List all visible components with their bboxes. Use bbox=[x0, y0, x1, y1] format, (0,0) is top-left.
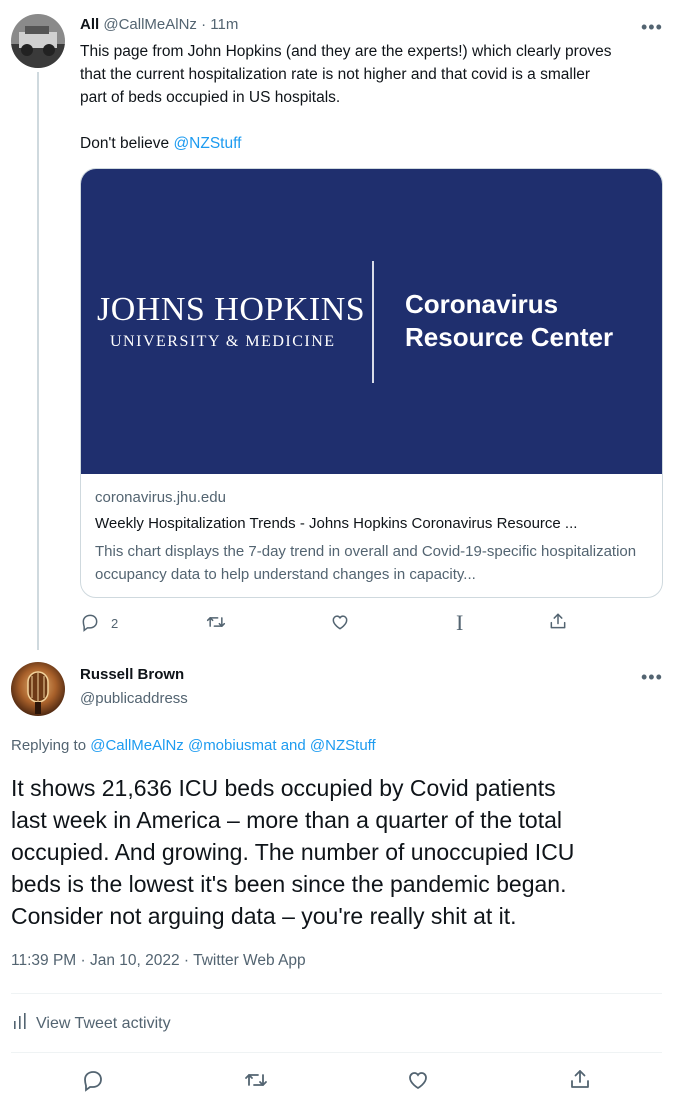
more-options-icon[interactable]: ••• bbox=[641, 668, 663, 686]
more-options-icon[interactable]: ••• bbox=[641, 18, 663, 36]
thread-connector-line bbox=[37, 72, 39, 650]
tweet-text-line: that the current hospitalization rate is… bbox=[80, 66, 591, 83]
replying-and[interactable]: and bbox=[277, 737, 310, 754]
share-icon[interactable] bbox=[568, 1067, 592, 1096]
reply-button[interactable]: 2 bbox=[80, 612, 118, 635]
share-icon bbox=[548, 611, 568, 634]
tweet-author[interactable]: All @CallMeAlNz · 11m bbox=[80, 16, 238, 33]
reply-count: 2 bbox=[111, 616, 119, 631]
analytics-icon: I bbox=[456, 610, 464, 635]
replying-last-mention[interactable]: @NZStuff bbox=[310, 737, 376, 754]
tweet-text-line: last week in America – more than a quart… bbox=[11, 807, 563, 833]
card-title[interactable]: Weekly Hospitalization Trends - Johns Ho… bbox=[95, 515, 655, 532]
like-icon[interactable] bbox=[406, 1068, 430, 1097]
avatar[interactable] bbox=[11, 662, 65, 716]
divider bbox=[11, 993, 662, 994]
tweet-text-line: Don't believe @NZStuff bbox=[80, 132, 670, 155]
jhu-logo-text: JOHNS HOPKINS bbox=[97, 291, 366, 328]
mention-link[interactable]: @NZStuff bbox=[173, 135, 241, 152]
tweet-time[interactable]: 11m bbox=[210, 16, 238, 33]
author-name[interactable]: All bbox=[80, 16, 99, 33]
reply-icon bbox=[80, 612, 100, 635]
retweet-icon[interactable] bbox=[244, 1068, 268, 1097]
tweet-text-line: It shows 21,636 ICU beds occupied by Cov… bbox=[11, 775, 556, 801]
retweet-icon bbox=[206, 612, 226, 635]
replying-to: Replying to @CallMeAlNz @mobiusmat and @… bbox=[11, 737, 376, 754]
share-button[interactable] bbox=[548, 611, 568, 634]
jhu-logo-subtext: UNIVERSITY & MEDICINE bbox=[110, 333, 336, 350]
like-icon bbox=[330, 612, 350, 635]
tweet-text-line: beds is the lowest it's been since the p… bbox=[11, 871, 567, 897]
tweet-text-line: Consider not arguing data – you're reall… bbox=[11, 903, 517, 929]
link-card[interactable]: JOHNS HOPKINS UNIVERSITY & MEDICINE Coro… bbox=[80, 168, 663, 598]
like-button[interactable] bbox=[330, 612, 350, 635]
analytics-button[interactable]: I bbox=[456, 610, 463, 636]
brand-line-1: Coronavirus bbox=[405, 289, 559, 319]
retweet-button[interactable] bbox=[206, 612, 226, 635]
brand-line-2: Resource Center bbox=[405, 322, 614, 352]
author-handle[interactable]: @CallMeAlNz bbox=[103, 16, 197, 33]
reply-icon[interactable] bbox=[81, 1068, 105, 1097]
card-image[interactable]: JOHNS HOPKINS UNIVERSITY & MEDICINE Coro… bbox=[81, 169, 662, 474]
tweet-text: This page from John Hopkins (and they ar… bbox=[80, 40, 670, 155]
author-name[interactable]: Russell Brown bbox=[80, 666, 184, 683]
tweet-text-line: occupied. And growing. The number of uno… bbox=[11, 839, 575, 865]
text-prefix: Don't believe bbox=[80, 135, 174, 152]
divider bbox=[11, 1052, 662, 1053]
replying-mentions[interactable]: @CallMeAlNz @mobiusmat bbox=[90, 737, 276, 754]
author-handle[interactable]: @publicaddress bbox=[80, 690, 188, 707]
separator: · bbox=[201, 16, 207, 33]
tweet-text: It shows 21,636 ICU beds occupied by Cov… bbox=[11, 772, 671, 932]
activity-label: View Tweet activity bbox=[36, 1014, 171, 1032]
tweet-text-line: This page from John Hopkins (and they ar… bbox=[80, 43, 612, 60]
tweet-text-line: part of beds occupied in US hospitals. bbox=[80, 89, 341, 106]
logo-divider bbox=[372, 261, 374, 383]
card-description: This chart displays the 7-day trend in o… bbox=[95, 543, 637, 583]
card-domain: coronavirus.jhu.edu bbox=[95, 489, 226, 506]
tweet-timestamp[interactable]: 11:39 PM · Jan 10, 2022 · Twitter Web Ap… bbox=[11, 952, 306, 970]
view-tweet-activity-button[interactable]: View Tweet activity bbox=[12, 1012, 171, 1035]
replying-prefix: Replying to bbox=[11, 737, 91, 754]
avatar[interactable] bbox=[11, 14, 65, 68]
bar-chart-icon bbox=[12, 1012, 28, 1035]
